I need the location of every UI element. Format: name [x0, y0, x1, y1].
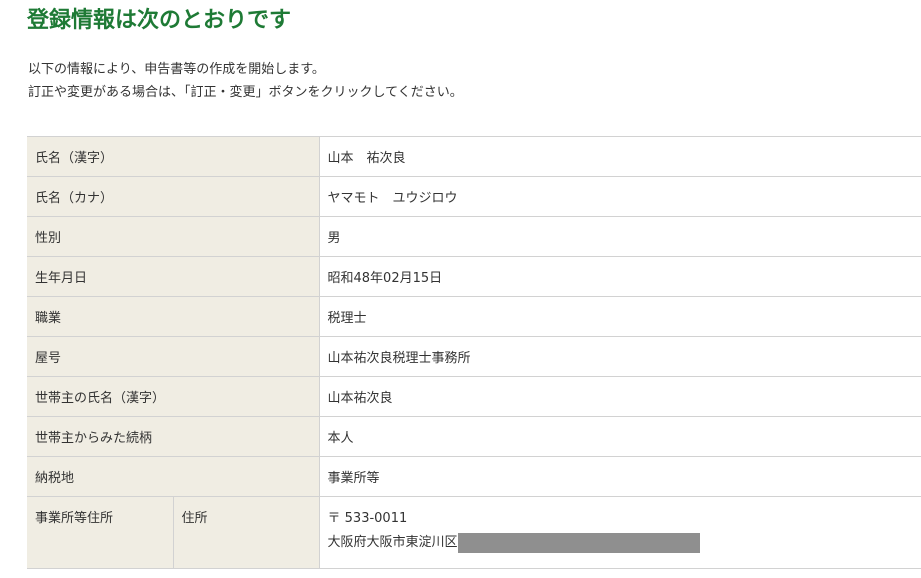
address-line: 大阪府大阪市東淀川区	[328, 531, 914, 555]
row-value-relationship: 本人	[319, 416, 921, 457]
intro-line-2: 訂正や変更がある場合は、「訂正・変更」ボタンをクリックしてください。	[28, 85, 463, 100]
table-row: 氏名（漢字） 山本 祐次良	[27, 136, 921, 177]
row-value-gender: 男	[319, 216, 921, 257]
intro-text: 以下の情報により、申告書等の作成を開始します。 訂正や変更がある場合は、「訂正・…	[28, 58, 463, 104]
postal-code: 〒 533-0011	[327, 511, 408, 526]
row-label-gender: 性別	[27, 216, 320, 257]
intro-line-1: 以下の情報により、申告書等の作成を開始します。	[28, 62, 325, 77]
registration-info-page: 登録情報は次のとおりです 以下の情報により、申告書等の作成を開始します。 訂正や…	[0, 0, 921, 578]
table-row: 事業所等住所 住所 〒 533-0011 大阪府大阪市東淀川区	[27, 496, 921, 569]
table-row: 納税地 事業所等	[27, 456, 921, 497]
table-row: 氏名（カナ） ヤマモト ユウジロウ	[27, 176, 921, 217]
address-text: 大阪府大阪市東淀川区	[327, 535, 458, 550]
row-value-office-address: 〒 533-0011 大阪府大阪市東淀川区	[319, 496, 921, 569]
row-label-tax-location: 納税地	[27, 456, 320, 497]
row-value-name-kana: ヤマモト ユウジロウ	[319, 176, 921, 217]
row-value-householder-name: 山本祐次良	[319, 376, 921, 417]
row-label-name-kanji: 氏名（漢字）	[27, 136, 320, 177]
row-value-tax-location: 事業所等	[319, 456, 921, 497]
redaction-block	[457, 532, 700, 553]
row-value-name-kanji: 山本 祐次良	[319, 136, 921, 177]
row-label-office-address: 事業所等住所	[27, 496, 174, 569]
table-row: 性別 男	[27, 216, 921, 257]
row-value-trade-name: 山本祐次良税理士事務所	[319, 336, 921, 377]
row-label-householder-name: 世帯主の氏名（漢字）	[27, 376, 320, 417]
row-label-birthdate: 生年月日	[27, 256, 320, 297]
row-label-relationship: 世帯主からみた続柄	[27, 416, 320, 457]
row-sublabel-address: 住所	[172, 496, 320, 569]
row-value-birthdate: 昭和48年02月15日	[319, 256, 921, 297]
row-value-occupation: 税理士	[319, 296, 921, 337]
row-label-trade-name: 屋号	[27, 336, 320, 377]
table-row: 職業 税理士	[27, 296, 921, 337]
table-row: 世帯主の氏名（漢字） 山本祐次良	[27, 376, 921, 417]
registration-info-table: 氏名（漢字） 山本 祐次良 氏名（カナ） ヤマモト ユウジロウ 性別 男 生年月…	[27, 136, 921, 569]
row-label-name-kana: 氏名（カナ）	[27, 176, 320, 217]
table-row: 生年月日 昭和48年02月15日	[27, 256, 921, 297]
table-row: 世帯主からみた続柄 本人	[27, 416, 921, 457]
row-label-occupation: 職業	[27, 296, 320, 337]
page-title: 登録情報は次のとおりです	[27, 8, 292, 33]
table-row: 屋号 山本祐次良税理士事務所	[27, 336, 921, 377]
